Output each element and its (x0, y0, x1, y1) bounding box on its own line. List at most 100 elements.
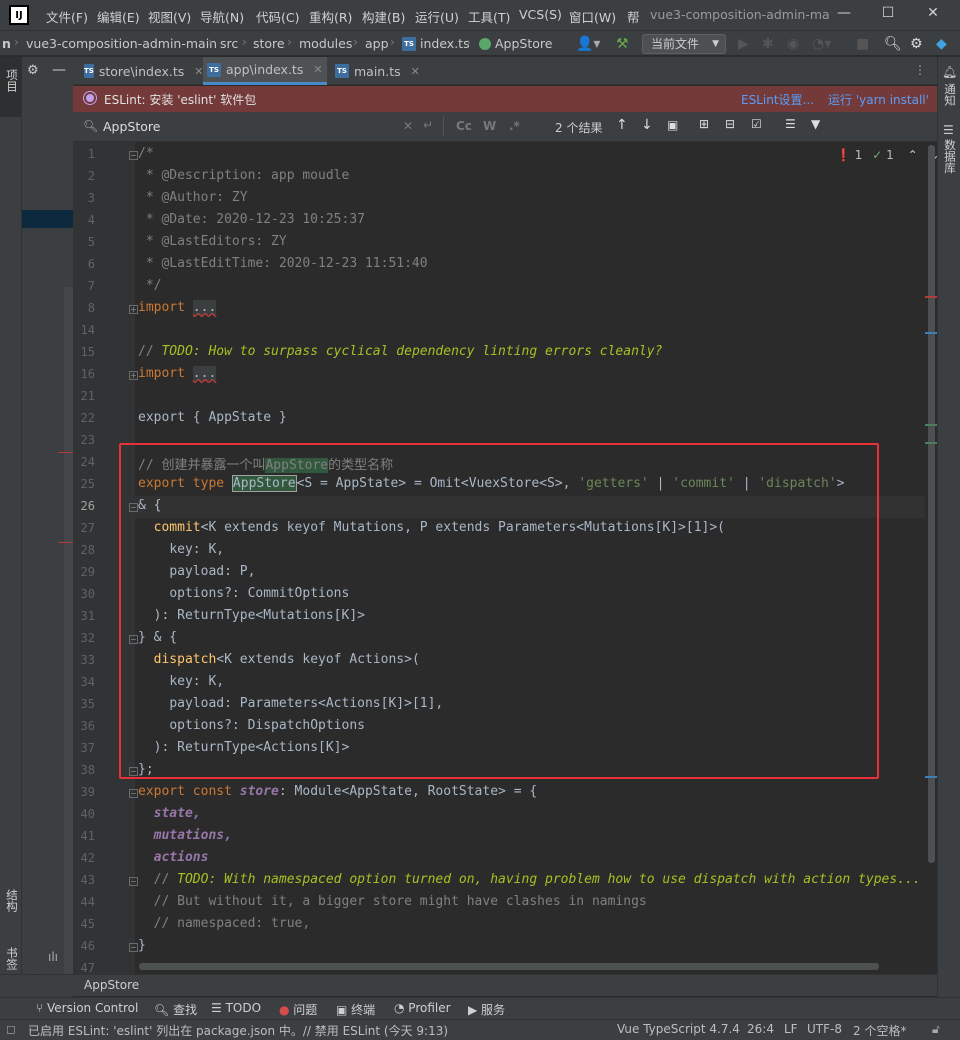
line-number[interactable]: 44 (73, 895, 95, 909)
plugin-icon[interactable]: ◆ (936, 36, 947, 52)
line-number[interactable]: 5 (73, 235, 95, 249)
line-number[interactable]: 4 (73, 213, 95, 227)
build-hammer-icon[interactable]: ⚒ (616, 36, 629, 52)
tab-main[interactable]: TS main.ts ✕ (331, 57, 427, 85)
code-line[interactable]: export { AppState } (138, 410, 287, 425)
close-tab-icon[interactable]: ✕ (411, 65, 420, 78)
code-line[interactable]: state, (138, 806, 201, 821)
collapse-fold-icon[interactable]: − (129, 943, 138, 952)
more-tabs-icon[interactable]: ⋮ (914, 63, 926, 77)
line-number[interactable]: 38 (73, 763, 95, 777)
remove-selection-icon[interactable]: ⊟ (725, 117, 735, 131)
line-number[interactable]: 15 (73, 345, 95, 359)
breadcrumb-file[interactable]: index.ts (420, 36, 470, 51)
menu-tools[interactable]: 工具(T) (468, 7, 510, 26)
line-number[interactable]: 32 (73, 631, 95, 645)
collapse-fold-icon[interactable]: − (129, 151, 138, 160)
occurrence-marker[interactable] (925, 776, 937, 778)
code-line[interactable]: actions (138, 850, 209, 865)
tab-store-index[interactable]: TS store\index.ts ✕ (81, 57, 203, 85)
run-configuration-select[interactable]: 当前文件 ▼ (642, 34, 726, 54)
line-number[interactable]: 37 (73, 741, 95, 755)
collapse-fold-icon[interactable]: − (129, 789, 138, 798)
line-number[interactable]: 43 (73, 873, 95, 887)
profile-icon[interactable]: ◔▾ (812, 36, 831, 52)
line-separator[interactable]: LF (784, 1022, 798, 1036)
debug-icon[interactable]: ✱ (762, 36, 774, 52)
previous-occurrence-icon[interactable]: ↑ (616, 117, 628, 133)
language-service[interactable]: Vue TypeScript 4.7.4 (617, 1022, 740, 1036)
stop-icon[interactable]: ■ (856, 36, 869, 52)
line-number[interactable]: 31 (73, 609, 95, 623)
match-marker[interactable] (925, 424, 937, 426)
line-number[interactable]: 8 (73, 301, 95, 315)
line-number[interactable]: 40 (73, 807, 95, 821)
user-icon[interactable]: 👤▾ (576, 36, 600, 52)
project-tool-button[interactable]: 项目 (4, 69, 20, 92)
breadcrumb-modules[interactable]: modules (299, 36, 352, 51)
match-case-toggle[interactable]: Cc (456, 119, 472, 133)
next-occurrence-icon[interactable]: ↓ (641, 117, 653, 133)
regex-toggle[interactable]: .* (509, 119, 520, 133)
code-line[interactable]: * @Author: ZY (138, 190, 248, 205)
select-all-occurrences-icon[interactable]: ▣ (667, 118, 678, 132)
line-number[interactable]: 1 (73, 147, 95, 161)
menu-vcs[interactable]: VCS(S) (519, 7, 562, 22)
line-number[interactable]: 3 (73, 191, 95, 205)
close-tab-icon[interactable]: ✕ (313, 63, 322, 76)
search-input[interactable]: AppStore (103, 119, 160, 134)
breadcrumb-root[interactable]: n (2, 36, 11, 51)
line-number[interactable]: 29 (73, 565, 95, 579)
line-number[interactable]: 33 (73, 653, 95, 667)
line-number[interactable]: 24 (73, 455, 95, 469)
line-number[interactable]: 45 (73, 917, 95, 931)
occurrence-marker[interactable] (925, 332, 937, 334)
menu-navigate[interactable]: 导航(N) (200, 7, 244, 26)
breadcrumb-project[interactable]: vue3-composition-admin-main (26, 36, 217, 51)
line-number[interactable]: 21 (73, 389, 95, 403)
whole-word-toggle[interactable]: W (483, 119, 496, 133)
expand-fold-icon[interactable]: + (129, 305, 138, 314)
problems-tool[interactable]: ● 问题 (279, 1001, 317, 1018)
vertical-scrollbar[interactable] (928, 145, 935, 863)
lock-icon[interactable]: 🔓︎ (932, 1022, 940, 1037)
maximize-button[interactable]: ☐ (873, 5, 903, 25)
code-line[interactable]: import ... (138, 300, 217, 315)
line-number[interactable]: 36 (73, 719, 95, 733)
line-number[interactable]: 46 (73, 939, 95, 953)
profiler-tool[interactable]: ◔ Profiler (394, 1001, 451, 1015)
indent-setting[interactable]: 2 个空格* (853, 1022, 906, 1039)
collapse-fold-icon[interactable]: − (129, 877, 138, 886)
menu-refactor[interactable]: 重构(R) (309, 7, 352, 26)
inspection-widget[interactable]: ❗ 1 ✓ 1 ⌃ ⌄ (836, 148, 940, 162)
menu-view[interactable]: 视图(V) (148, 7, 191, 26)
line-number[interactable]: 28 (73, 543, 95, 557)
database-tool-button[interactable]: 数据库 (942, 139, 958, 174)
line-number[interactable]: 14 (73, 323, 95, 337)
horizontal-scrollbar[interactable] (139, 963, 879, 970)
run-yarn-install-link[interactable]: 运行 'yarn install' (828, 91, 929, 108)
code-line[interactable]: // namespaced: true, (138, 916, 311, 931)
line-number[interactable]: 23 (73, 433, 95, 447)
line-number[interactable]: 6 (73, 257, 95, 271)
previous-highlight-icon[interactable]: ⌃ (908, 148, 918, 162)
code-line[interactable]: /* (138, 146, 154, 161)
clear-search-icon[interactable]: ✕ (403, 119, 413, 133)
add-selection-icon[interactable]: ⊞ (699, 117, 709, 131)
eslint-settings-link[interactable]: ESLint设置... (741, 91, 814, 108)
breadcrumb-src[interactable]: src (220, 36, 238, 51)
code-line[interactable]: // TODO: With namespaced option turned o… (138, 872, 921, 887)
line-number[interactable]: 39 (73, 785, 95, 799)
code-line[interactable]: // But without it, a bigger store might … (138, 894, 647, 909)
close-window-button[interactable]: ✕ (918, 5, 948, 25)
new-line-icon[interactable]: ↵ (423, 118, 433, 132)
coverage-icon[interactable]: ◉ (787, 36, 799, 52)
line-number[interactable]: 26 (73, 499, 95, 513)
menu-edit[interactable]: 编辑(E) (97, 7, 140, 26)
menu-build[interactable]: 构建(B) (362, 7, 405, 26)
breadcrumb-symbol[interactable]: AppStore (495, 36, 552, 51)
caret-position[interactable]: 26:4 (747, 1022, 774, 1036)
menu-run[interactable]: 运行(U) (415, 7, 459, 26)
notifications-tool-button[interactable]: 通知 (942, 83, 958, 106)
error-marker[interactable] (925, 296, 937, 298)
